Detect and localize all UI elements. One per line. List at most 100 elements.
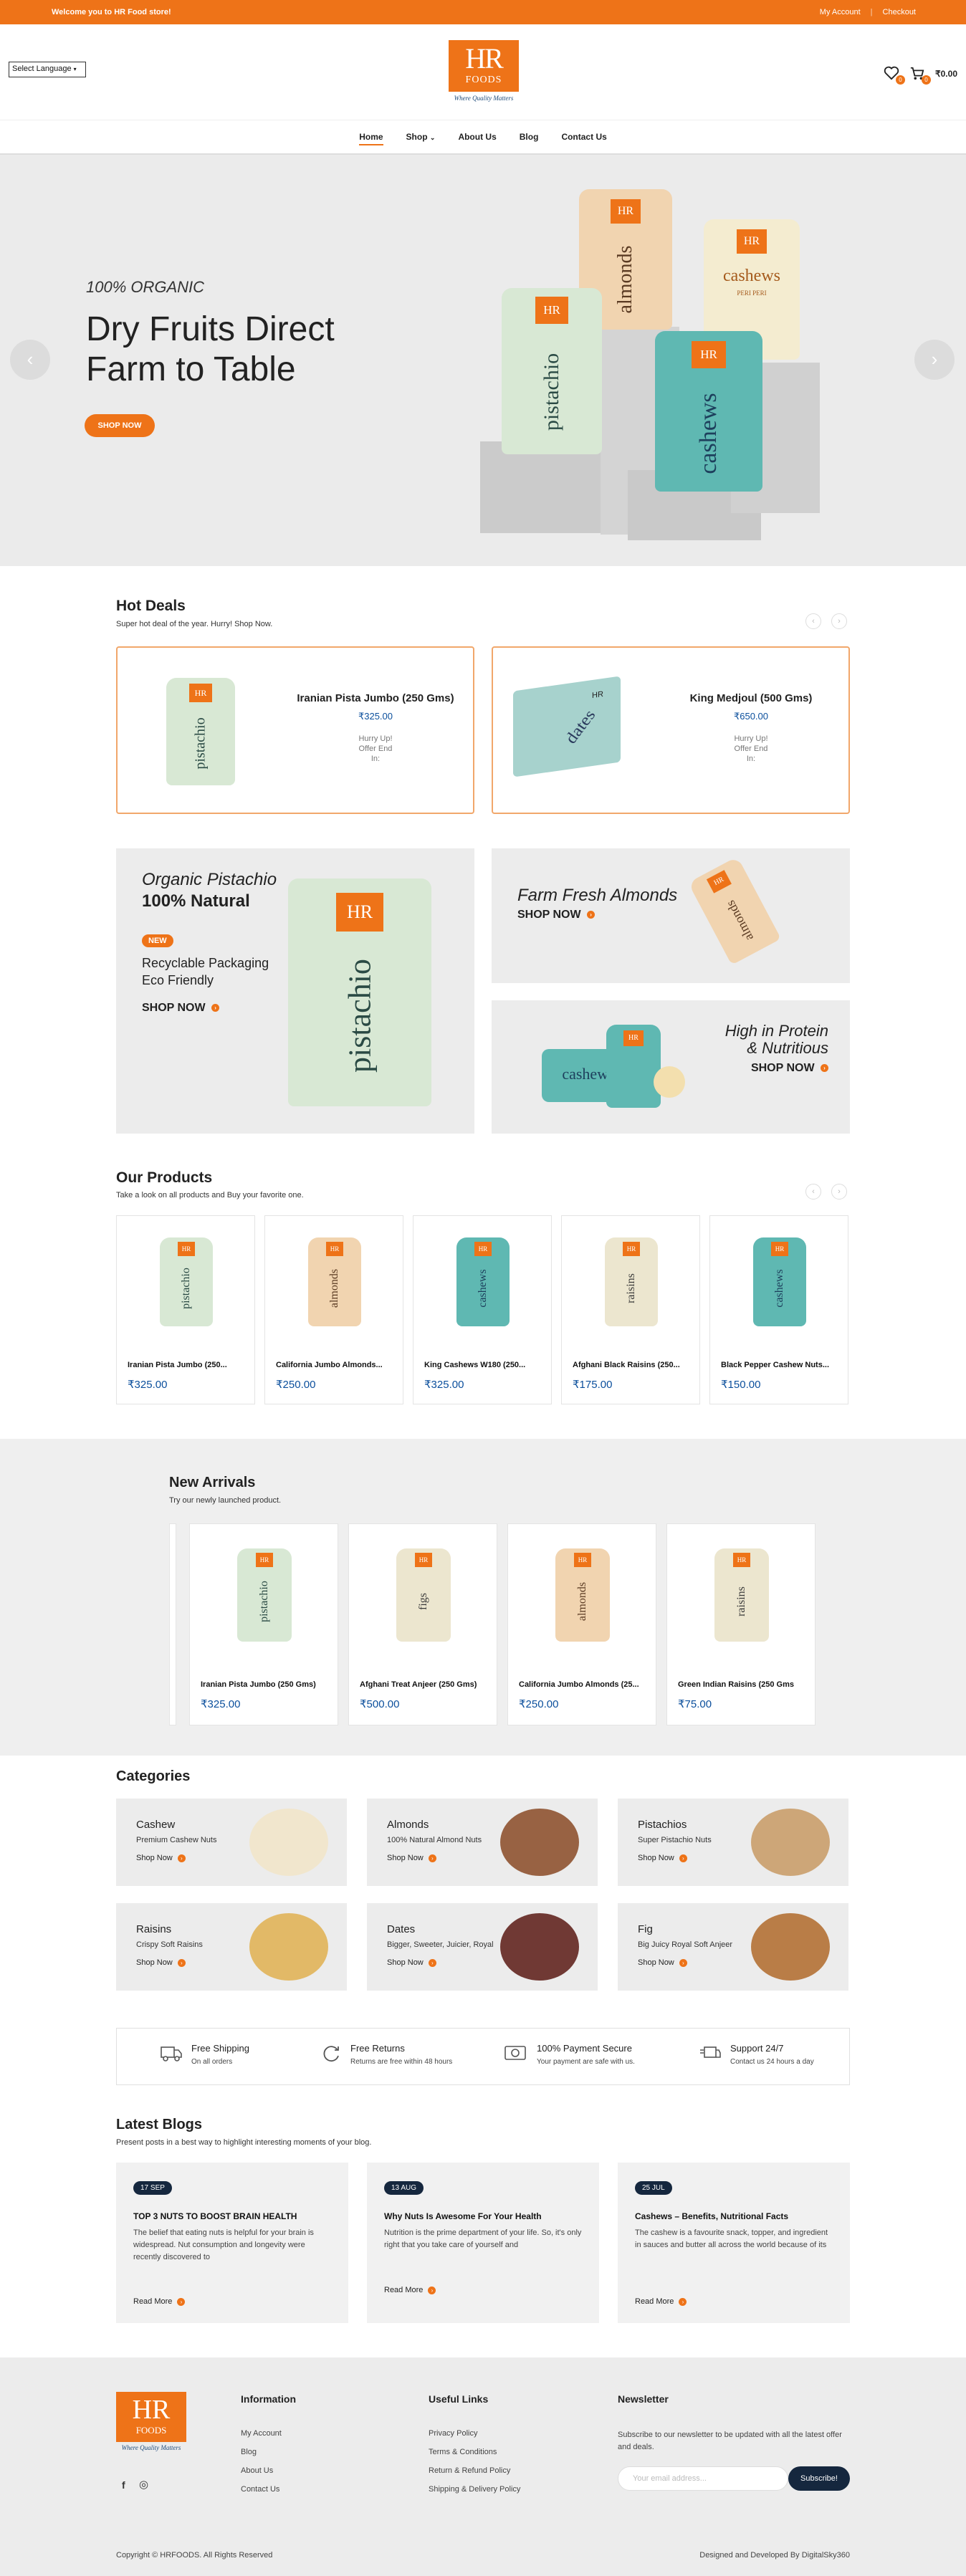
hot-deal-card[interactable]: HR pistachio Iranian Pista Jumbo (250 Gm… [116,646,474,814]
arrival-card[interactable]: HR figs Afghani Treat Anjeer (250 Gms) ₹… [348,1523,497,1725]
blog-title[interactable]: TOP 3 NUTS TO BOOST BRAIN HEALTH [133,2211,334,2221]
product-card[interactable]: HR pistachio Iranian Pista Jumbo (250...… [116,1215,255,1404]
promo-protein[interactable]: High in Protein & Nutritious SHOP NOW › … [492,1000,850,1134]
footer-link[interactable]: Contact Us [241,2485,279,2494]
category-card[interactable]: Raisins Crispy Soft Raisins Shop Now › [116,1903,347,1991]
category-name[interactable]: Raisins [136,1923,171,1935]
new-arrivals-subtitle: Try our newly launched product. [169,1496,282,1505]
hot-deals-prev[interactable]: ‹ [805,613,821,629]
my-account-link[interactable]: My Account [820,8,861,16]
product-can-image: HR raisins [714,1548,769,1642]
nav-shop[interactable]: Shop ⌄ [406,132,436,145]
nav-blog[interactable]: Blog [520,132,539,145]
blog-title[interactable]: Cashews – Benefits, Nutritional Facts [635,2211,836,2221]
cart-button[interactable]: 0 [909,66,931,85]
language-select[interactable]: Select Language ▾ [9,62,86,77]
instagram-icon[interactable]: ◎ [139,2478,148,2491]
arrival-card[interactable]: HR almonds California Jumbo Almonds (25.… [507,1523,656,1725]
read-more-link[interactable]: Read More › [384,2286,436,2294]
arrow-right-icon: › [177,2297,186,2306]
wishlist-button[interactable]: 0 [884,66,905,85]
main-nav: Home Shop ⌄ About Us Blog Contact Us [0,120,966,155]
blog-card[interactable]: 13 AUG Why Nuts Is Awesome For Your Heal… [367,2163,599,2323]
category-shop-now[interactable]: Shop Now › [387,1854,436,1862]
hero-prev-arrow[interactable]: ‹ [10,340,50,380]
product-card[interactable]: HR raisins Afghani Black Raisins (250...… [561,1215,700,1404]
hero-next-arrow[interactable]: › [914,340,955,380]
deal-name[interactable]: Iranian Pista Jumbo (250 Gms) [297,692,454,704]
product-name[interactable]: Iranian Pista Jumbo (250 Gms) [201,1680,330,1689]
product-name[interactable]: California Jumbo Almonds... [276,1361,391,1369]
category-shop-now[interactable]: Shop Now › [387,1958,436,1967]
promo-cashews-can-upright: HR [606,1025,661,1108]
deal-name[interactable]: King Medjoul (500 Gms) [672,692,830,704]
credit[interactable]: Designed and Developed By DigitalSky360 [699,2551,850,2560]
category-name[interactable]: Dates [387,1923,415,1935]
products-next[interactable]: › [831,1184,847,1200]
hero-shop-now-button[interactable]: SHOP NOW [85,414,155,437]
product-can-label: pistachio [180,1268,192,1309]
site-logo[interactable]: HR FOODS Where Quality Matters [449,40,519,105]
blogs-title: Latest Blogs [116,2117,203,2132]
category-shop-now[interactable]: Shop Now › [136,1854,186,1862]
promo-recyclable: Recyclable Packaging [142,956,269,970]
product-card[interactable]: HR almonds California Jumbo Almonds... ₹… [264,1215,403,1404]
footer-link[interactable]: About Us [241,2466,273,2475]
blog-card[interactable]: 17 SEP TOP 3 NUTS TO BOOST BRAIN HEALTH … [116,2163,348,2323]
product-name[interactable]: Black Pepper Cashew Nuts... [721,1361,836,1369]
blog-title[interactable]: Why Nuts Is Awesome For Your Health [384,2211,585,2221]
blog-card[interactable]: 25 JUL Cashews – Benefits, Nutritional F… [618,2163,850,2323]
footer-link[interactable]: Blog [241,2448,257,2456]
promo-protein-shop-now[interactable]: SHOP NOW › [751,1062,828,1075]
footer-link[interactable]: Shipping & Delivery Policy [429,2485,520,2494]
deal-price: ₹650.00 [733,711,769,722]
category-name[interactable]: Almonds [387,1819,429,1831]
footer-link[interactable]: Return & Refund Policy [429,2466,510,2475]
new-badge: NEW [142,934,173,947]
checkout-link[interactable]: Checkout [883,8,916,16]
category-card[interactable]: Dates Bigger, Sweeter, Juicier, Royal Sh… [367,1903,598,1991]
product-name[interactable]: California Jumbo Almonds (25... [519,1680,648,1689]
category-card[interactable]: Fig Big Juicy Royal Soft Anjeer Shop Now… [618,1903,848,1991]
arrival-card[interactable]: HR raisins Green Indian Raisins (250 Gms… [666,1523,816,1725]
hero-cashews-label: cashews [695,393,722,474]
product-name[interactable]: Green Indian Raisins (250 Gms [678,1680,807,1689]
products-prev[interactable]: ‹ [805,1184,821,1200]
newsletter-email-input[interactable]: Your email address... [618,2466,788,2491]
product-card[interactable]: HR cashews King Cashews W180 (250... ₹32… [413,1215,552,1404]
category-shop-now[interactable]: Shop Now › [136,1958,186,1967]
feature-shipping: Free Shipping On all orders [160,2043,249,2066]
nav-about[interactable]: About Us [458,132,496,145]
category-shop-now[interactable]: Shop Now › [638,1854,687,1862]
nav-home[interactable]: Home [359,132,383,145]
promo-organic-pistachio[interactable]: Organic Pistachio 100% Natural NEW Recyc… [116,848,474,1134]
category-name[interactable]: Pistachios [638,1819,687,1831]
product-name[interactable]: Iranian Pista Jumbo (250... [128,1361,242,1369]
footer-logo[interactable]: HR FOODS Where Quality Matters [116,2392,186,2451]
category-card[interactable]: Almonds 100% Natural Almond Nuts Shop No… [367,1799,598,1886]
subscribe-button[interactable]: Subscribe! [788,2466,850,2491]
category-name[interactable]: Cashew [136,1819,175,1831]
product-card[interactable]: HR cashews Black Pepper Cashew Nuts... ₹… [709,1215,848,1404]
hot-deals-next[interactable]: › [831,613,847,629]
category-shop-now[interactable]: Shop Now › [638,1958,687,1967]
footer-link[interactable]: Terms & Conditions [429,2448,497,2456]
promo-almond-shop-now[interactable]: SHOP NOW › [517,909,596,921]
category-name[interactable]: Fig [638,1923,653,1935]
promo-organic-shop-now[interactable]: SHOP NOW › [142,1002,220,1015]
facebook-icon[interactable]: f [122,2479,125,2491]
footer-link[interactable]: My Account [241,2429,282,2438]
category-card[interactable]: Pistachios Super Pistachio Nuts Shop Now… [618,1799,848,1886]
promo-farm-almonds[interactable]: Farm Fresh Almonds SHOP NOW › HR almonds [492,848,850,983]
read-more-link[interactable]: Read More › [635,2297,687,2306]
product-name[interactable]: Afghani Treat Anjeer (250 Gms) [360,1680,489,1689]
cart-total[interactable]: ₹0.00 [935,69,957,79]
footer-link[interactable]: Privacy Policy [429,2429,477,2438]
hot-deal-card[interactable]: HR dates King Medjoul (500 Gms) ₹650.00 … [492,646,850,814]
product-name[interactable]: King Cashews W180 (250... [424,1361,539,1369]
product-name[interactable]: Afghani Black Raisins (250... [573,1361,687,1369]
category-card[interactable]: Cashew Premium Cashew Nuts Shop Now › [116,1799,347,1886]
read-more-link[interactable]: Read More › [133,2297,186,2306]
nav-contact[interactable]: Contact Us [561,132,606,145]
arrival-card[interactable]: HR pistachio Iranian Pista Jumbo (250 Gm… [189,1523,338,1725]
